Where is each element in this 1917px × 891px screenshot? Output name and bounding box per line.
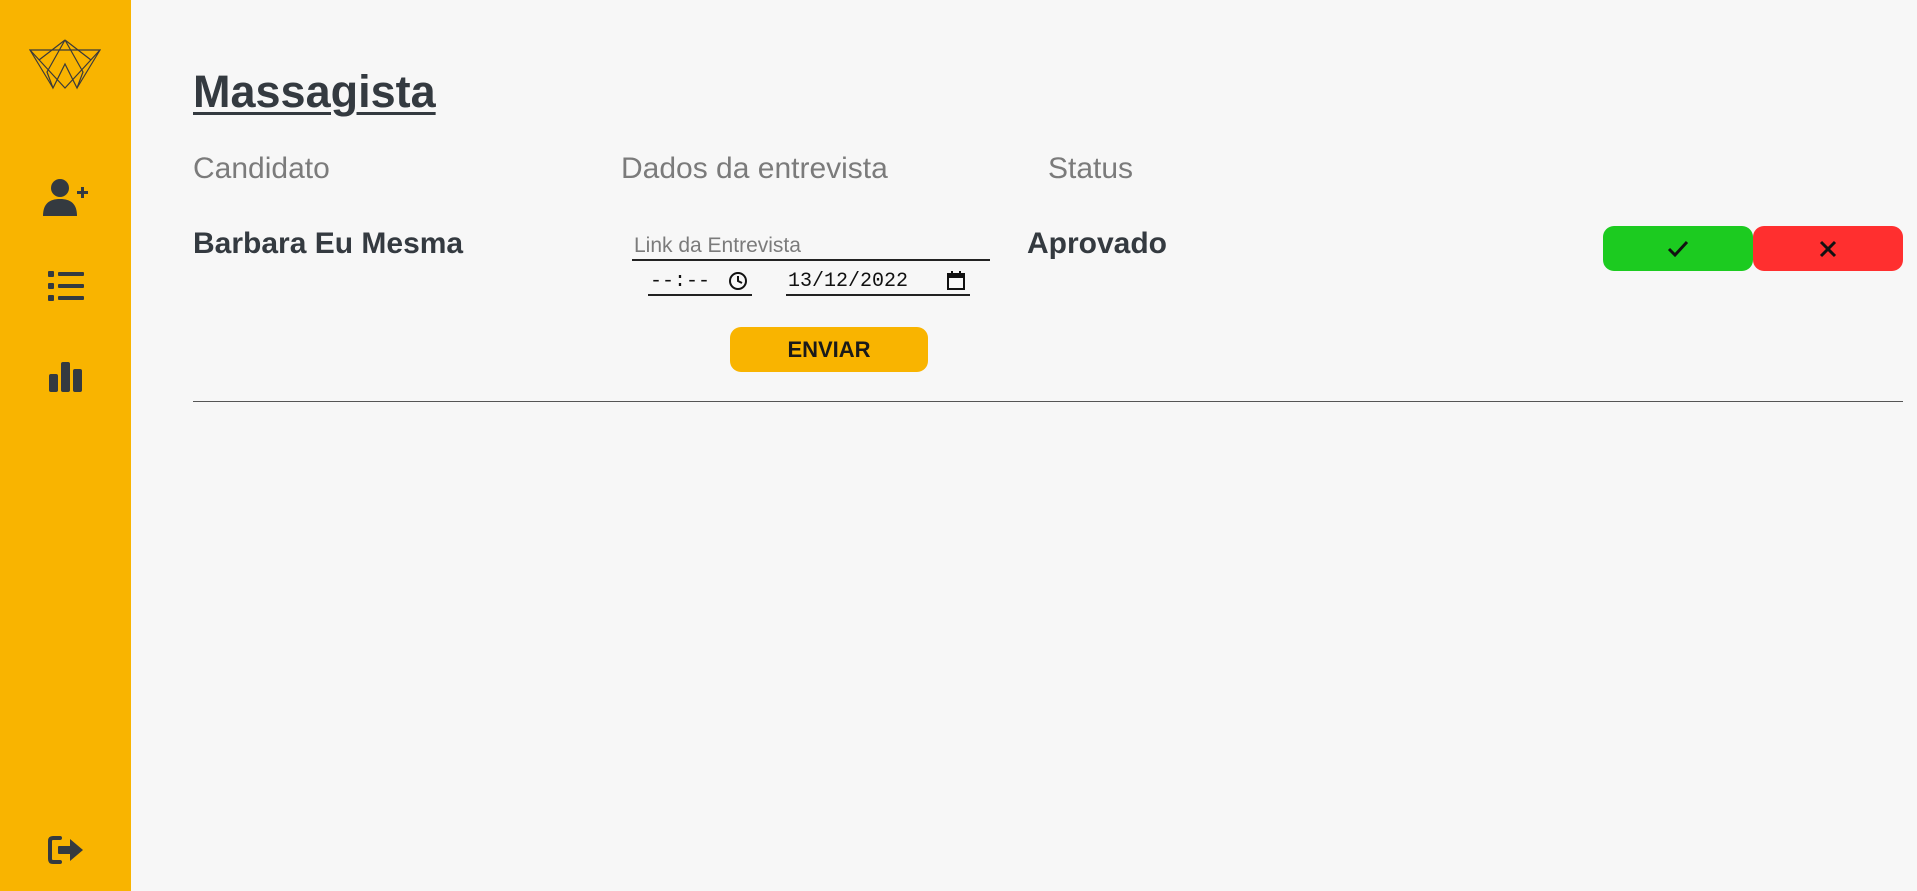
sidebar bbox=[0, 0, 131, 891]
send-button[interactable]: ENVIAR bbox=[730, 327, 928, 372]
logo-icon bbox=[29, 39, 101, 90]
row-divider bbox=[193, 401, 1903, 402]
status-value: Aprovado bbox=[1027, 227, 1168, 260]
logout-icon bbox=[48, 836, 83, 864]
interview-time-input[interactable]: --:-- bbox=[648, 268, 752, 296]
list-icon bbox=[48, 271, 84, 301]
sidebar-item-add-candidate[interactable] bbox=[42, 173, 90, 221]
approve-button[interactable] bbox=[1603, 226, 1753, 271]
check-icon bbox=[1667, 240, 1689, 257]
bar-chart-icon bbox=[49, 362, 82, 392]
column-header-candidate: Candidato bbox=[193, 152, 330, 185]
clock-icon bbox=[729, 272, 747, 290]
time-value: --:-- bbox=[650, 269, 711, 293]
column-header-status: Status bbox=[1048, 152, 1134, 185]
column-header-interview: Dados da entrevista bbox=[621, 152, 888, 185]
logout-button[interactable] bbox=[42, 826, 90, 874]
close-icon bbox=[1819, 240, 1837, 257]
reject-button[interactable] bbox=[1753, 226, 1903, 271]
calendar-icon bbox=[947, 271, 965, 290]
user-plus-icon bbox=[43, 179, 88, 216]
interview-link-input[interactable] bbox=[632, 233, 990, 261]
sidebar-item-statistics[interactable] bbox=[42, 352, 90, 400]
main-content: Massagista Candidato Dados da entrevista… bbox=[131, 0, 1917, 891]
date-value: 13/12/2022 bbox=[788, 269, 909, 293]
interview-date-input[interactable]: 13/12/2022 bbox=[786, 268, 970, 296]
sidebar-item-list[interactable] bbox=[42, 262, 90, 310]
page-title: Massagista bbox=[193, 66, 436, 117]
candidate-name: Barbara Eu Mesma bbox=[193, 227, 464, 260]
